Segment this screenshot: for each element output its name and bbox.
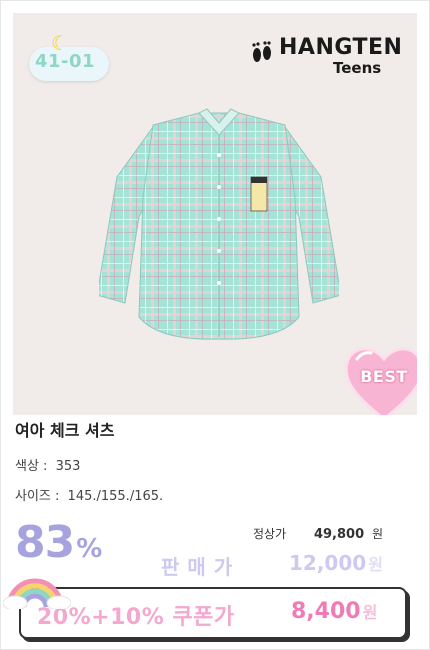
color-value: 353 xyxy=(55,459,81,474)
discount-percent: % xyxy=(76,534,103,564)
color-label: 색상 : xyxy=(15,459,48,474)
list-price-value: 49,800 xyxy=(313,527,365,542)
coupon-price-won: 원 xyxy=(362,603,378,622)
brand-logo: HANGTEN Teens xyxy=(249,33,417,81)
list-price-won: 원 xyxy=(371,527,383,541)
color-row: 색상 : 353 xyxy=(15,455,80,474)
discount-number: 83 xyxy=(15,517,75,568)
coupon-price-box[interactable]: 20%+10% 쿠폰가 8,400 원 xyxy=(19,587,407,639)
size-label: 사이즈 : xyxy=(15,489,60,504)
size-value: 145./155./165. xyxy=(67,489,164,504)
brand-name: HANGTEN xyxy=(279,35,403,60)
list-price: 정상가 49,800 원 xyxy=(253,525,383,542)
product-card[interactable]: ☾ 41-01 HANGTEN Teens BEST 여아 체크 셔츠 색상:… xyxy=(0,0,430,650)
footprint-icon xyxy=(252,41,271,62)
rainbow-icon xyxy=(3,578,71,609)
best-heart-badge xyxy=(344,347,417,415)
list-price-label: 정상가 xyxy=(253,527,287,541)
coupon-price: 8,400 원 xyxy=(291,599,377,624)
size-row: 사이즈 : 145./155./165. xyxy=(15,485,163,504)
sale-price: 12,000 원 xyxy=(289,551,383,575)
discount-rate: 83% xyxy=(15,517,102,568)
sale-price-label: 판매가 xyxy=(161,555,241,579)
brand-sub: Teens xyxy=(333,59,382,77)
product-title[interactable]: 여아 체크 셔츠 xyxy=(15,417,114,441)
sale-price-won: 원 xyxy=(368,555,383,574)
product-code-badge: ☾ 41-01 xyxy=(23,31,115,87)
sale-price-value: 12,000 xyxy=(289,551,367,575)
shirt-image xyxy=(99,108,339,340)
product-image[interactable]: ☾ 41-01 HANGTEN Teens BEST xyxy=(13,13,417,415)
product-code: 41-01 xyxy=(35,51,96,72)
coupon-price-value: 8,400 xyxy=(291,599,361,624)
